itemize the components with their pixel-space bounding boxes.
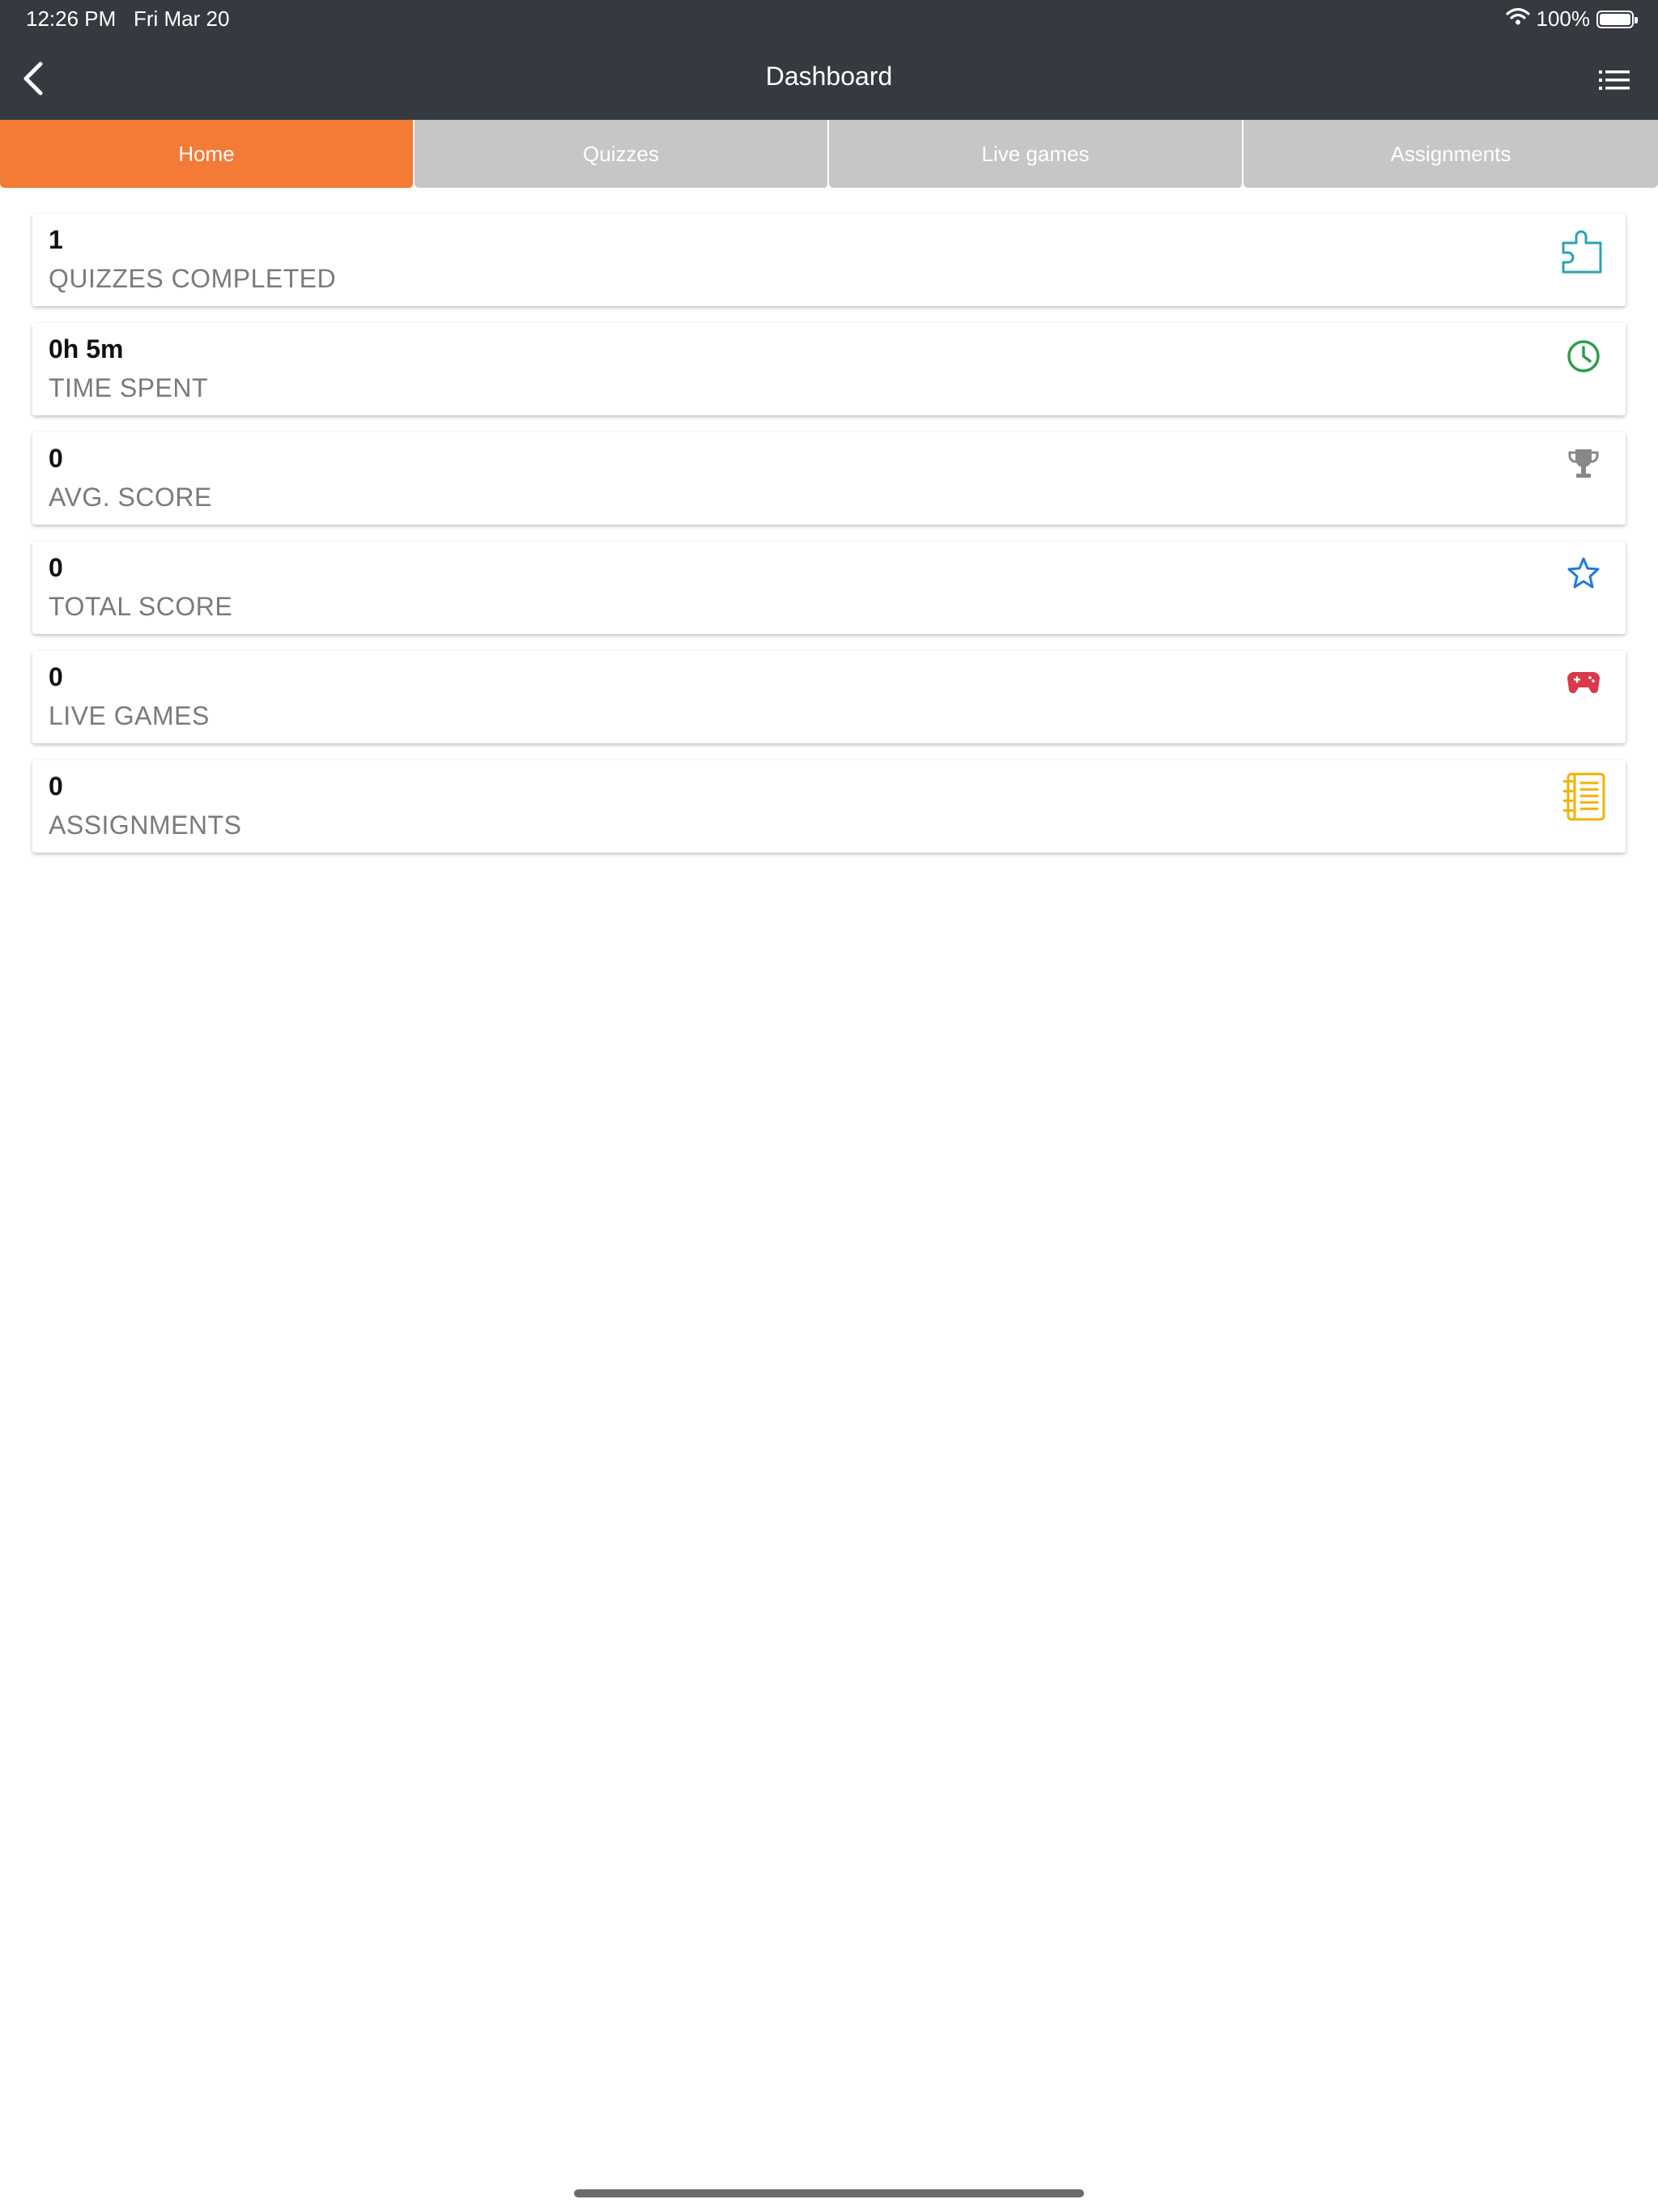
stat-card-assignments[interactable]: 0 ASSIGNMENTS — [32, 760, 1626, 853]
tab-live-games[interactable]: Live games — [829, 120, 1244, 188]
stat-label: ASSIGNMENTS — [49, 810, 242, 840]
stat-card-time-spent[interactable]: 0h 5m TIME SPENT — [32, 323, 1626, 415]
status-date: Fri Mar 20 — [133, 6, 230, 31]
stat-label: LIVE GAMES — [49, 701, 210, 730]
battery-percent: 100% — [1536, 6, 1591, 31]
notebook-icon — [1559, 770, 1608, 823]
status-time: 12:26 PM Fri Mar 20 — [26, 6, 229, 32]
stat-card-avg-score[interactable]: 0 AVG. SCORE — [32, 432, 1626, 525]
list-icon — [1599, 70, 1630, 90]
stat-label: AVG. SCORE — [49, 483, 212, 512]
stat-value: 0 — [49, 772, 63, 801]
stat-label: TIME SPENT — [49, 373, 209, 402]
stat-value: 0h 5m — [49, 334, 124, 364]
battery-icon — [1596, 10, 1638, 28]
stat-card-quizzes-completed[interactable]: 1 QUIZZES COMPLETED — [32, 214, 1626, 306]
status-indicators: 100% — [1505, 6, 1638, 32]
tab-assignments[interactable]: Assignments — [1244, 120, 1658, 188]
trophy-icon — [1559, 437, 1608, 491]
star-icon — [1559, 547, 1608, 600]
wifi-icon — [1505, 6, 1530, 32]
stat-value: 0 — [49, 444, 63, 473]
stat-value: 0 — [49, 553, 63, 582]
stats-list: 1 QUIZZES COMPLETED 0h 5m TIME SPENT 0 A… — [32, 214, 1626, 870]
tab-bar: Home Quizzes Live games Assignments — [0, 120, 1658, 188]
tab-home[interactable]: Home — [0, 120, 414, 188]
page-title: Dashboard — [765, 62, 893, 91]
stat-value: 1 — [49, 225, 63, 254]
gamepad-icon — [1559, 656, 1608, 709]
clock-icon — [1559, 330, 1608, 383]
tab-quizzes[interactable]: Quizzes — [414, 120, 829, 188]
stat-card-live-games[interactable]: 0 LIVE GAMES — [32, 651, 1626, 743]
stat-label: QUIZZES COMPLETED — [49, 264, 337, 293]
puzzle-icon — [1559, 225, 1608, 279]
status-clock: 12:26 PM — [26, 6, 117, 31]
stat-value: 0 — [49, 662, 63, 691]
stat-label: TOTAL SCORE — [49, 592, 233, 621]
menu-button[interactable] — [1592, 63, 1637, 97]
top-bar: 12:26 PM Fri Mar 20 100% Dashboard — [0, 0, 1658, 120]
stat-card-total-score[interactable]: 0 TOTAL SCORE — [32, 542, 1626, 634]
home-indicator[interactable] — [574, 2189, 1084, 2197]
